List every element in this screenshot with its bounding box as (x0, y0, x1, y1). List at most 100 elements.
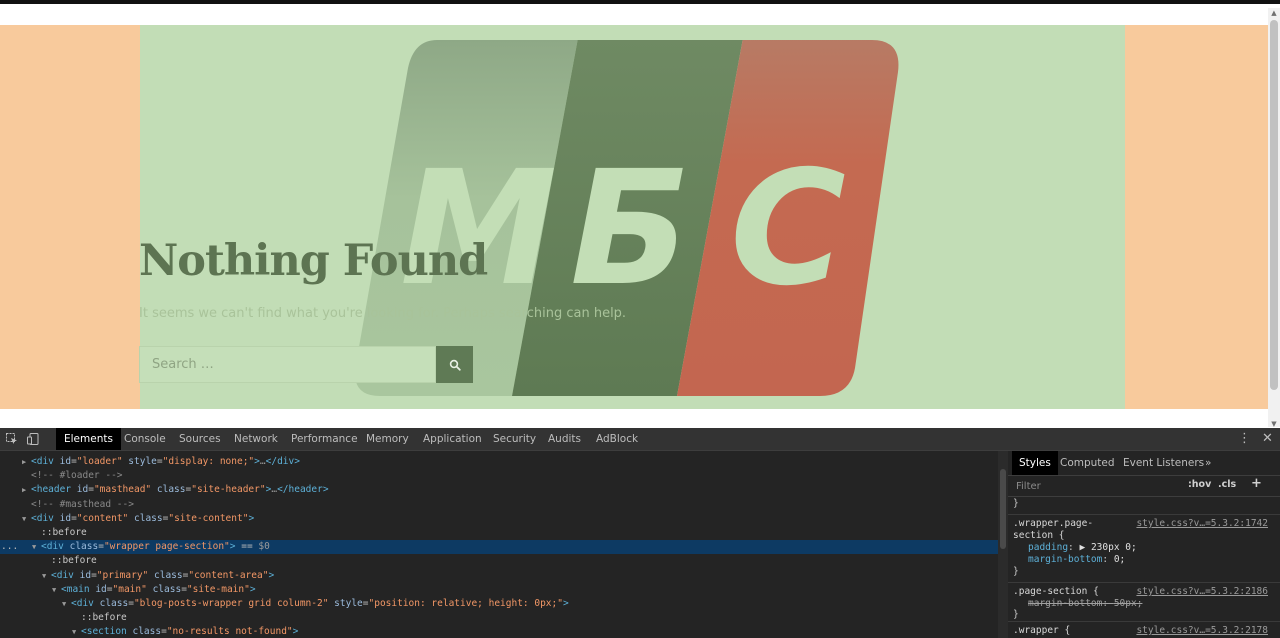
rule-selector-cont: section { (1013, 530, 1065, 541)
dom-token: id (76, 484, 89, 496)
style-rule-wrapper[interactable]: .wrapper { style.css?v…=5.3.2:2178 (1008, 622, 1280, 638)
dom-token: > (268, 569, 275, 581)
devtools-tab-network[interactable]: Network (226, 428, 286, 450)
dom-token: == (235, 541, 259, 553)
page-scrollbar[interactable]: ▲ ▼ (1268, 8, 1280, 427)
dom-node[interactable]: ::before (0, 526, 998, 540)
dom-node[interactable]: ::before (0, 554, 998, 568)
styles-tab-event-listeners[interactable]: Event Listeners (1116, 451, 1211, 475)
collapse-triangle-icon[interactable]: ▼ (42, 569, 51, 583)
search-input[interactable] (139, 346, 436, 383)
dom-token: "primary" (96, 569, 149, 581)
device-toolbar-icon[interactable] (26, 432, 40, 446)
dom-token: <section (81, 626, 133, 638)
dom-node-menu-marker[interactable]: ... (1, 540, 18, 554)
styles-pane: StylesComputedEvent Listeners» :hov .cls… (1008, 451, 1280, 638)
dom-node[interactable]: ::before (0, 611, 998, 625)
styles-more-tabs-icon[interactable]: » (1198, 451, 1218, 475)
rule-source-link[interactable]: style.css?v…=5.3.2:2186 (1136, 586, 1268, 597)
devtools-tab-memory[interactable]: Memory (358, 428, 417, 450)
dom-token: class (132, 626, 162, 638)
rule-source-link[interactable]: style.css?v…=5.3.2:2178 (1136, 625, 1268, 636)
dom-node[interactable]: ▶ <div id="loader" style="display: none;"… (0, 455, 998, 469)
devtools-close-icon[interactable]: ✕ (1262, 428, 1273, 450)
devtools-menu-icon[interactable]: ⋮ (1238, 428, 1251, 450)
expand-triangle-icon[interactable]: ▶ (22, 455, 31, 469)
rule-close-brace: } (1013, 566, 1019, 577)
styles-tab-computed[interactable]: Computed (1053, 451, 1122, 475)
style-rule-wrapper-page-section[interactable]: .wrapper.page- section { style.css?v…=5.… (1008, 515, 1280, 583)
dom-token: > (562, 598, 569, 609)
devtools-tab-audits[interactable]: Audits (540, 428, 589, 450)
dom-token: </header> (277, 484, 329, 496)
dom-token: <div (31, 512, 60, 524)
dom-node[interactable]: ▼ <section class="no-results not-found"> (0, 625, 998, 638)
logo-letter-s: С (730, 137, 846, 321)
dom-node[interactable]: <!-- #masthead --> (0, 498, 998, 512)
dom-token: "site-main" (186, 583, 250, 595)
new-style-rule-button[interactable]: + (1251, 476, 1262, 491)
styles-tab-styles[interactable]: Styles (1012, 451, 1058, 475)
dom-token: class (99, 598, 129, 609)
scroll-up-arrow[interactable]: ▲ (1270, 9, 1278, 17)
dom-token: <!-- #masthead --> (31, 498, 134, 510)
dom-token: <div (51, 569, 80, 581)
dom-node-selected[interactable]: ... ▼ <div class="wrapper page-section"> =… (0, 540, 998, 555)
dom-node[interactable]: ▼ <div class="blog-posts-wrapper grid col… (0, 597, 998, 611)
dom-token: "content" (76, 512, 129, 524)
scroll-down-arrow[interactable]: ▼ (1270, 420, 1278, 427)
rule-property-overridden[interactable]: margin-bottom: 50px; (1028, 598, 1142, 610)
dom-token: > (292, 626, 299, 638)
dom-node[interactable]: ▼ <div id="primary" class="content-area"> (0, 569, 998, 583)
dom-node[interactable]: ▼ <main id="main" class="site-main"> (0, 583, 998, 597)
dom-node[interactable]: ▼ <div id="content" class="site-content"> (0, 512, 998, 526)
dom-token: ::before (51, 555, 97, 567)
logo-letter-b: Б (570, 137, 690, 321)
dom-token: "site-content" (168, 512, 249, 524)
devtools-tab-performance[interactable]: Performance (283, 428, 366, 450)
rule-close-brace: } (1013, 609, 1019, 620)
dom-token: ::before (41, 527, 87, 538)
collapse-triangle-icon[interactable]: ▼ (72, 625, 81, 638)
styles-filter-input[interactable] (1012, 478, 1188, 494)
dom-tree: ▶ <div id="loader" style="display: none;"… (0, 451, 998, 638)
collapse-triangle-icon[interactable]: ▼ (22, 512, 31, 526)
devtools-tab-adblock[interactable]: AdBlock (588, 428, 646, 450)
dom-token: style (334, 598, 363, 609)
hover-state-toggle[interactable]: :hov (1188, 479, 1211, 490)
devtools-tab-application[interactable]: Application (415, 428, 490, 450)
collapse-triangle-icon[interactable]: ▼ (62, 597, 71, 611)
collapse-triangle-icon[interactable]: ▼ (32, 540, 41, 554)
collapse-triangle-icon[interactable]: ▼ (52, 583, 61, 597)
scrollbar-thumb[interactable] (1270, 20, 1278, 390)
rule-source-link[interactable]: style.css?v…=5.3.2:1742 (1136, 518, 1268, 529)
dom-token: id (95, 583, 107, 595)
dom-token: class (156, 484, 186, 496)
devtools-tab-sources[interactable]: Sources (171, 428, 229, 450)
dom-token: "loader" (76, 456, 123, 467)
class-toggle[interactable]: .cls (1218, 479, 1236, 490)
dom-token: "main" (112, 583, 147, 595)
rule-selector: .page-section { (1013, 586, 1099, 597)
devtools-tab-console[interactable]: Console (116, 428, 174, 450)
devtools-panel: Elements Console Sources Network Performance… (0, 428, 1280, 638)
dom-node[interactable]: <!-- #loader --> (0, 469, 998, 483)
rule-property[interactable]: padding: ▶ 230px 0; (1028, 542, 1137, 554)
style-rule-page-section[interactable]: .page-section { style.css?v…=5.3.2:2186 … (1008, 583, 1280, 622)
panel-splitter[interactable] (998, 451, 1008, 638)
devtools-tab-elements[interactable]: Elements (56, 428, 121, 450)
dom-token: class (152, 583, 182, 595)
styles-filter-bar: :hov .cls + (1008, 476, 1280, 497)
page-side-panel-right (1125, 25, 1268, 409)
dom-token: <div (31, 456, 60, 467)
dom-token: > (249, 583, 256, 595)
mbs-logo: М Б С (355, 40, 899, 396)
inspect-element-icon[interactable] (5, 432, 19, 446)
search-button[interactable] (436, 346, 473, 383)
dom-node[interactable]: ▶ <header id="masthead" class="site-heade… (0, 483, 998, 497)
devtools-tab-security[interactable]: Security (485, 428, 544, 450)
expand-triangle-icon[interactable]: ▶ (22, 483, 31, 497)
rule-property[interactable]: margin-bottom: 0; (1028, 554, 1125, 566)
dom-token: "masthead" (93, 484, 152, 496)
page-subtitle: It seems we can't find what you're looki… (139, 306, 627, 321)
